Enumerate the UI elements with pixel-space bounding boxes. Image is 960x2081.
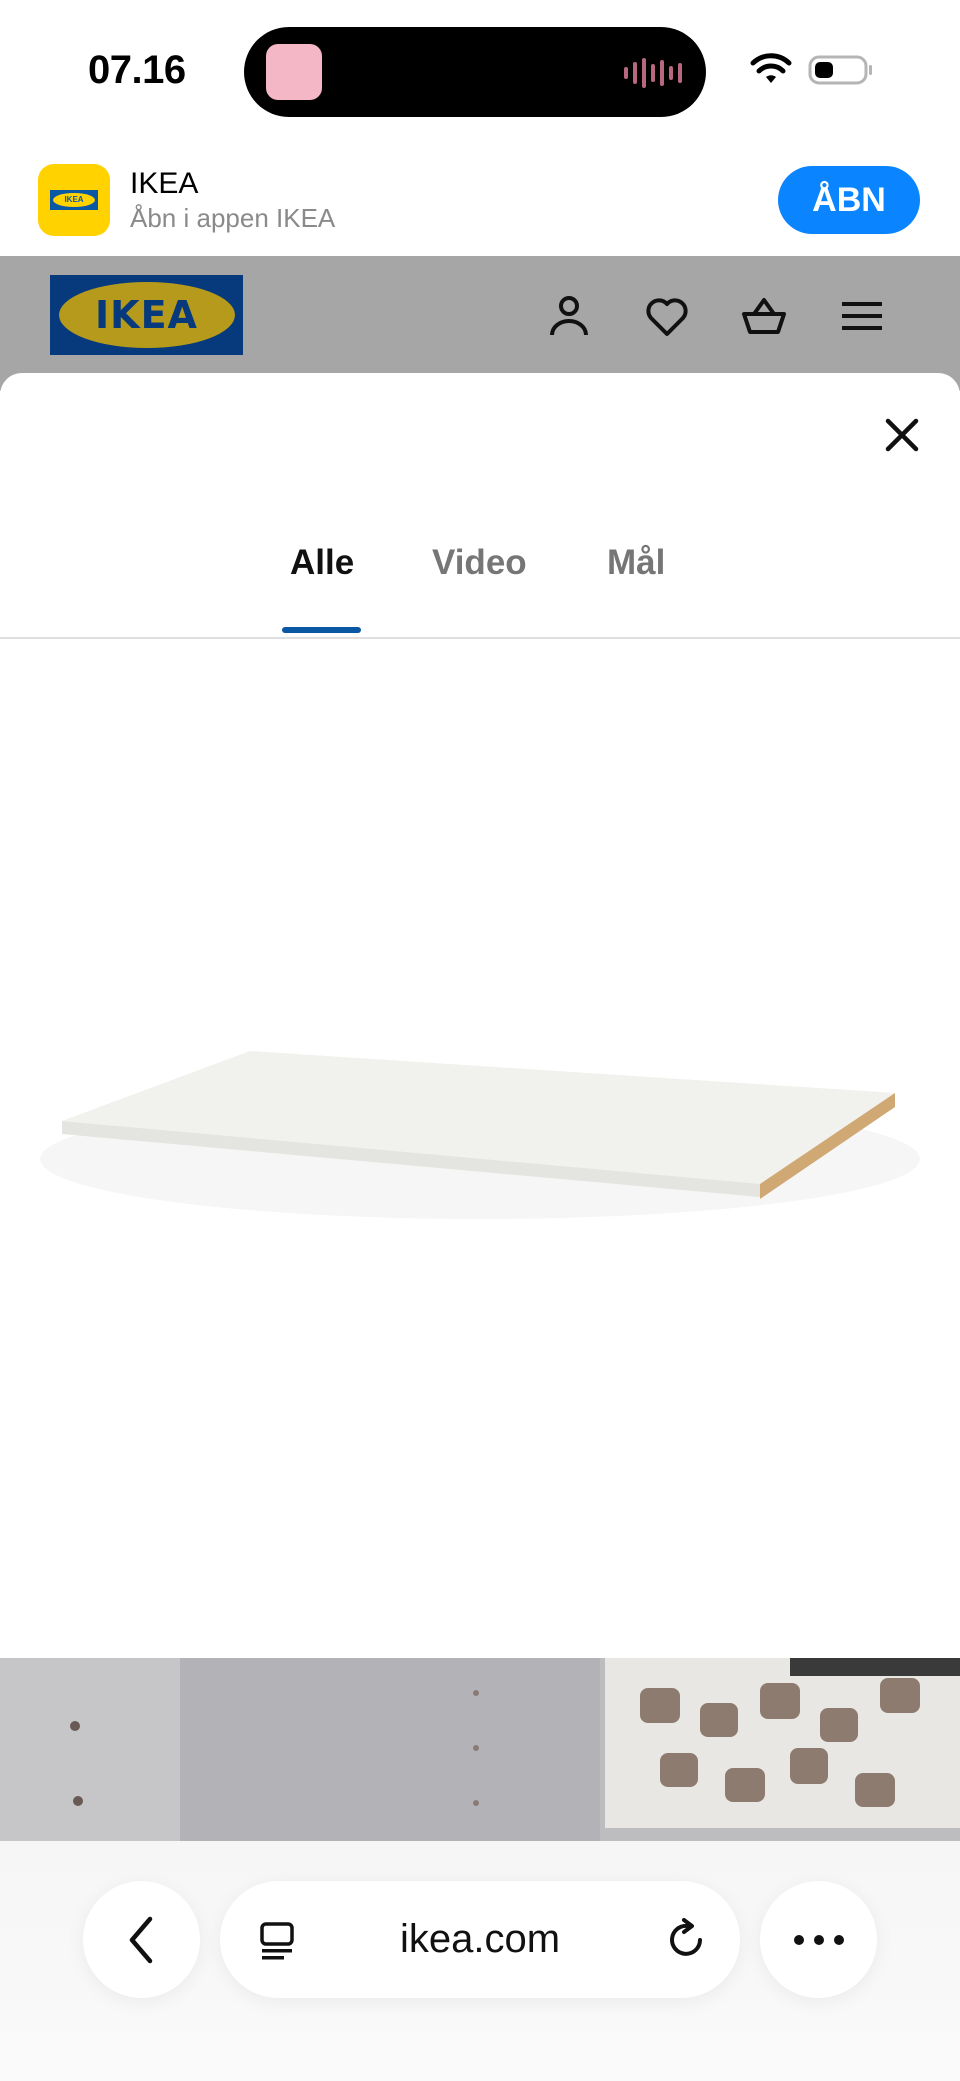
chevron-left-icon [129, 1916, 152, 1963]
address-bar[interactable]: ikea.com [220, 1881, 740, 1998]
app-name: IKEA [130, 167, 199, 200]
app-subtitle: Åbn i appen IKEA [130, 203, 336, 233]
more-icon [793, 1934, 844, 1945]
product-image-shelf[interactable] [0, 639, 960, 1659]
site-header: IKEA [0, 256, 960, 391]
tab-video[interactable]: Video [432, 543, 527, 583]
smart-app-banner: IKEA IKEA Åbn i appen IKEA ÅBN [0, 145, 960, 256]
audio-waveform-icon [624, 57, 682, 89]
heart-icon[interactable] [643, 292, 691, 340]
reload-icon[interactable] [664, 1918, 708, 1962]
browser-toolbar: ikea.com [0, 1841, 960, 2081]
tab-maal[interactable]: Mål [607, 543, 665, 583]
ikea-app-icon: IKEA [38, 164, 110, 236]
ikea-logo[interactable]: IKEA [50, 275, 243, 355]
video-thumbnail[interactable] [0, 1658, 960, 1841]
tab-alle[interactable]: Alle [290, 543, 354, 583]
menu-icon[interactable] [838, 292, 886, 340]
battery-icon [808, 55, 872, 85]
media-gallery-modal: Alle Video Mål [0, 373, 960, 1841]
status-bar: 07.16 [0, 0, 960, 145]
now-playing-thumbnail [266, 44, 322, 100]
status-time: 07.16 [88, 48, 186, 92]
open-app-button[interactable]: ÅBN [778, 166, 920, 234]
wifi-icon [750, 53, 792, 83]
tab-active-indicator [282, 627, 361, 633]
close-icon[interactable] [882, 415, 922, 455]
dynamic-island[interactable] [244, 27, 706, 117]
more-options-button[interactable] [760, 1881, 877, 1998]
media-tabs: Alle Video Mål [0, 543, 960, 609]
url-text[interactable]: ikea.com [220, 1917, 740, 1962]
account-icon[interactable] [545, 292, 593, 340]
back-button[interactable] [83, 1881, 200, 1998]
basket-icon[interactable] [740, 292, 788, 340]
